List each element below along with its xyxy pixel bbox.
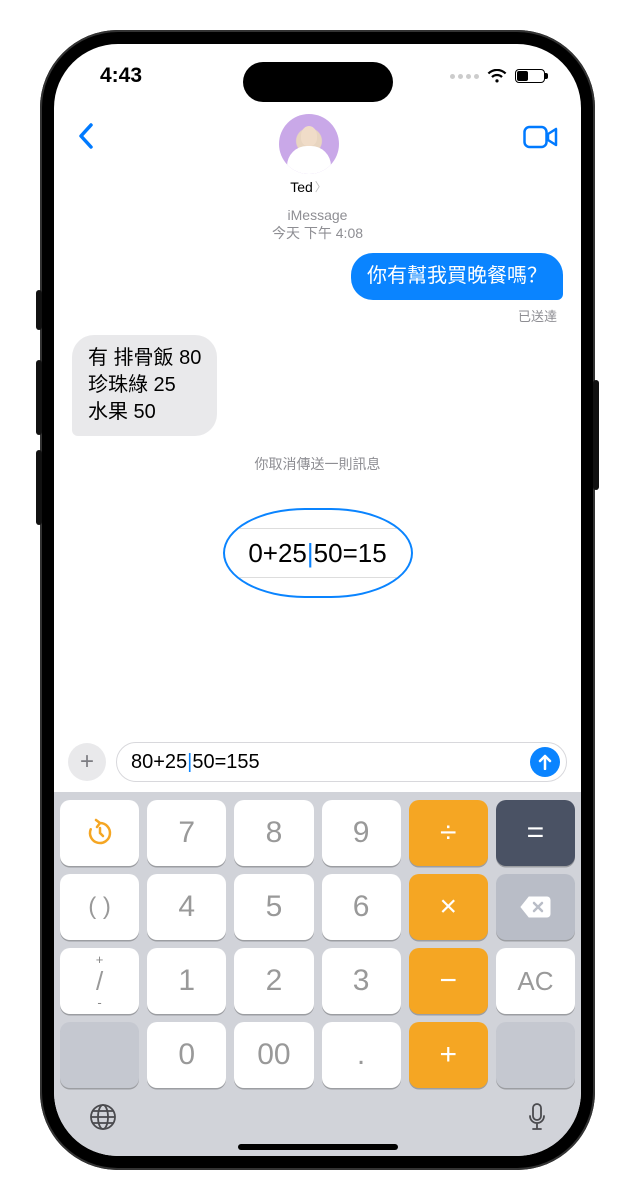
message-input-field[interactable]: 80+25|50=155 [116,742,567,782]
home-indicator[interactable] [238,1144,398,1150]
key-multiply[interactable]: × [409,874,488,940]
key-1[interactable]: 1 [147,948,226,1014]
volume-up-button [36,360,42,435]
received-message-bubble[interactable]: 有 排骨飯 80 珍珠綠 25 水果 50 [72,335,217,436]
keyboard-bottom-row [60,1096,575,1134]
thread-timestamp: 今天 下午 4:08 [72,223,563,243]
key-clear[interactable]: AC [496,948,575,1014]
message-header: Ted 〉 [54,108,581,199]
message-thread[interactable]: iMessage 今天 下午 4:08 你有幫我買晚餐嗎？ 已送達 有 排骨飯 … [54,199,581,736]
sent-message-bubble[interactable]: 你有幫我買晚餐嗎？ [351,253,563,300]
status-time: 4:43 [100,64,142,88]
key-backspace[interactable] [496,874,575,940]
text-cursor: | [307,538,314,569]
send-button[interactable] [530,747,560,777]
thread-service-label: iMessage [72,207,563,223]
key-2[interactable]: 2 [234,948,313,1014]
key-0[interactable]: 0 [147,1022,226,1088]
key-3[interactable]: 3 [322,948,401,1014]
power-button [593,380,599,490]
key-4[interactable]: 4 [147,874,226,940]
key-history[interactable] [60,800,139,866]
mic-icon[interactable] [527,1102,547,1132]
key-divide[interactable]: ÷ [409,800,488,866]
add-attachment-button[interactable]: + [68,743,106,781]
battery-icon [515,69,545,83]
key-00[interactable]: 00 [234,1022,313,1088]
contact-avatar [279,114,339,174]
volume-down-button [36,450,42,525]
plus-icon: + [80,748,94,776]
loupe-text-right: 50=15 [314,538,387,569]
loupe-text-left: 0+25 [248,538,307,569]
status-right [450,69,545,84]
delivery-receipt: 已送達 [72,306,557,325]
dynamic-island [243,62,393,102]
key-sign-toggle[interactable]: + / - [60,948,139,1014]
key-9[interactable]: 9 [322,800,401,866]
message-input-row: + 80+25|50=155 [54,736,581,792]
message-row-incoming: 有 排骨飯 80 珍珠綠 25 水果 50 [72,335,563,436]
key-plus[interactable]: + [409,1022,488,1088]
key-equals[interactable]: = [496,800,575,866]
video-icon [523,124,559,150]
cellular-dots-icon [450,74,479,79]
backspace-icon [519,895,551,919]
phone-frame: 4:43 Ted 〉 iMe [40,30,595,1170]
message-row-outgoing: 你有幫我買晚餐嗎？ [72,253,563,300]
key-8[interactable]: 8 [234,800,313,866]
key-minus[interactable]: − [409,948,488,1014]
calculator-keyboard: 7 8 9 ÷ = ( ) 4 5 6 × + / - [54,792,581,1156]
arrow-up-icon [538,754,552,770]
chevron-left-icon [76,122,94,150]
back-button[interactable] [76,114,94,159]
key-6[interactable]: 6 [322,874,401,940]
system-message: 你取消傳送一則訊息 [72,454,563,474]
globe-icon[interactable] [88,1102,118,1132]
history-icon [85,818,115,848]
input-text: 80+25|50=155 [131,751,530,774]
key-7[interactable]: 7 [147,800,226,866]
contact-name-label: Ted [290,179,313,195]
key-decimal[interactable]: . [322,1022,401,1088]
key-empty-2[interactable] [496,1022,575,1088]
magnifier-loupe: 0+25|50=15 [223,508,413,598]
text-magnifier: 0+25|50=15 [223,508,413,598]
contact-info[interactable]: Ted 〉 [279,114,339,195]
facetime-button[interactable] [523,114,559,155]
side-button [36,290,42,330]
screen: 4:43 Ted 〉 iMe [54,44,581,1156]
key-parentheses[interactable]: ( ) [60,874,139,940]
chevron-right-icon: 〉 [315,178,327,195]
key-empty[interactable] [60,1022,139,1088]
wifi-icon [487,69,507,84]
key-5[interactable]: 5 [234,874,313,940]
